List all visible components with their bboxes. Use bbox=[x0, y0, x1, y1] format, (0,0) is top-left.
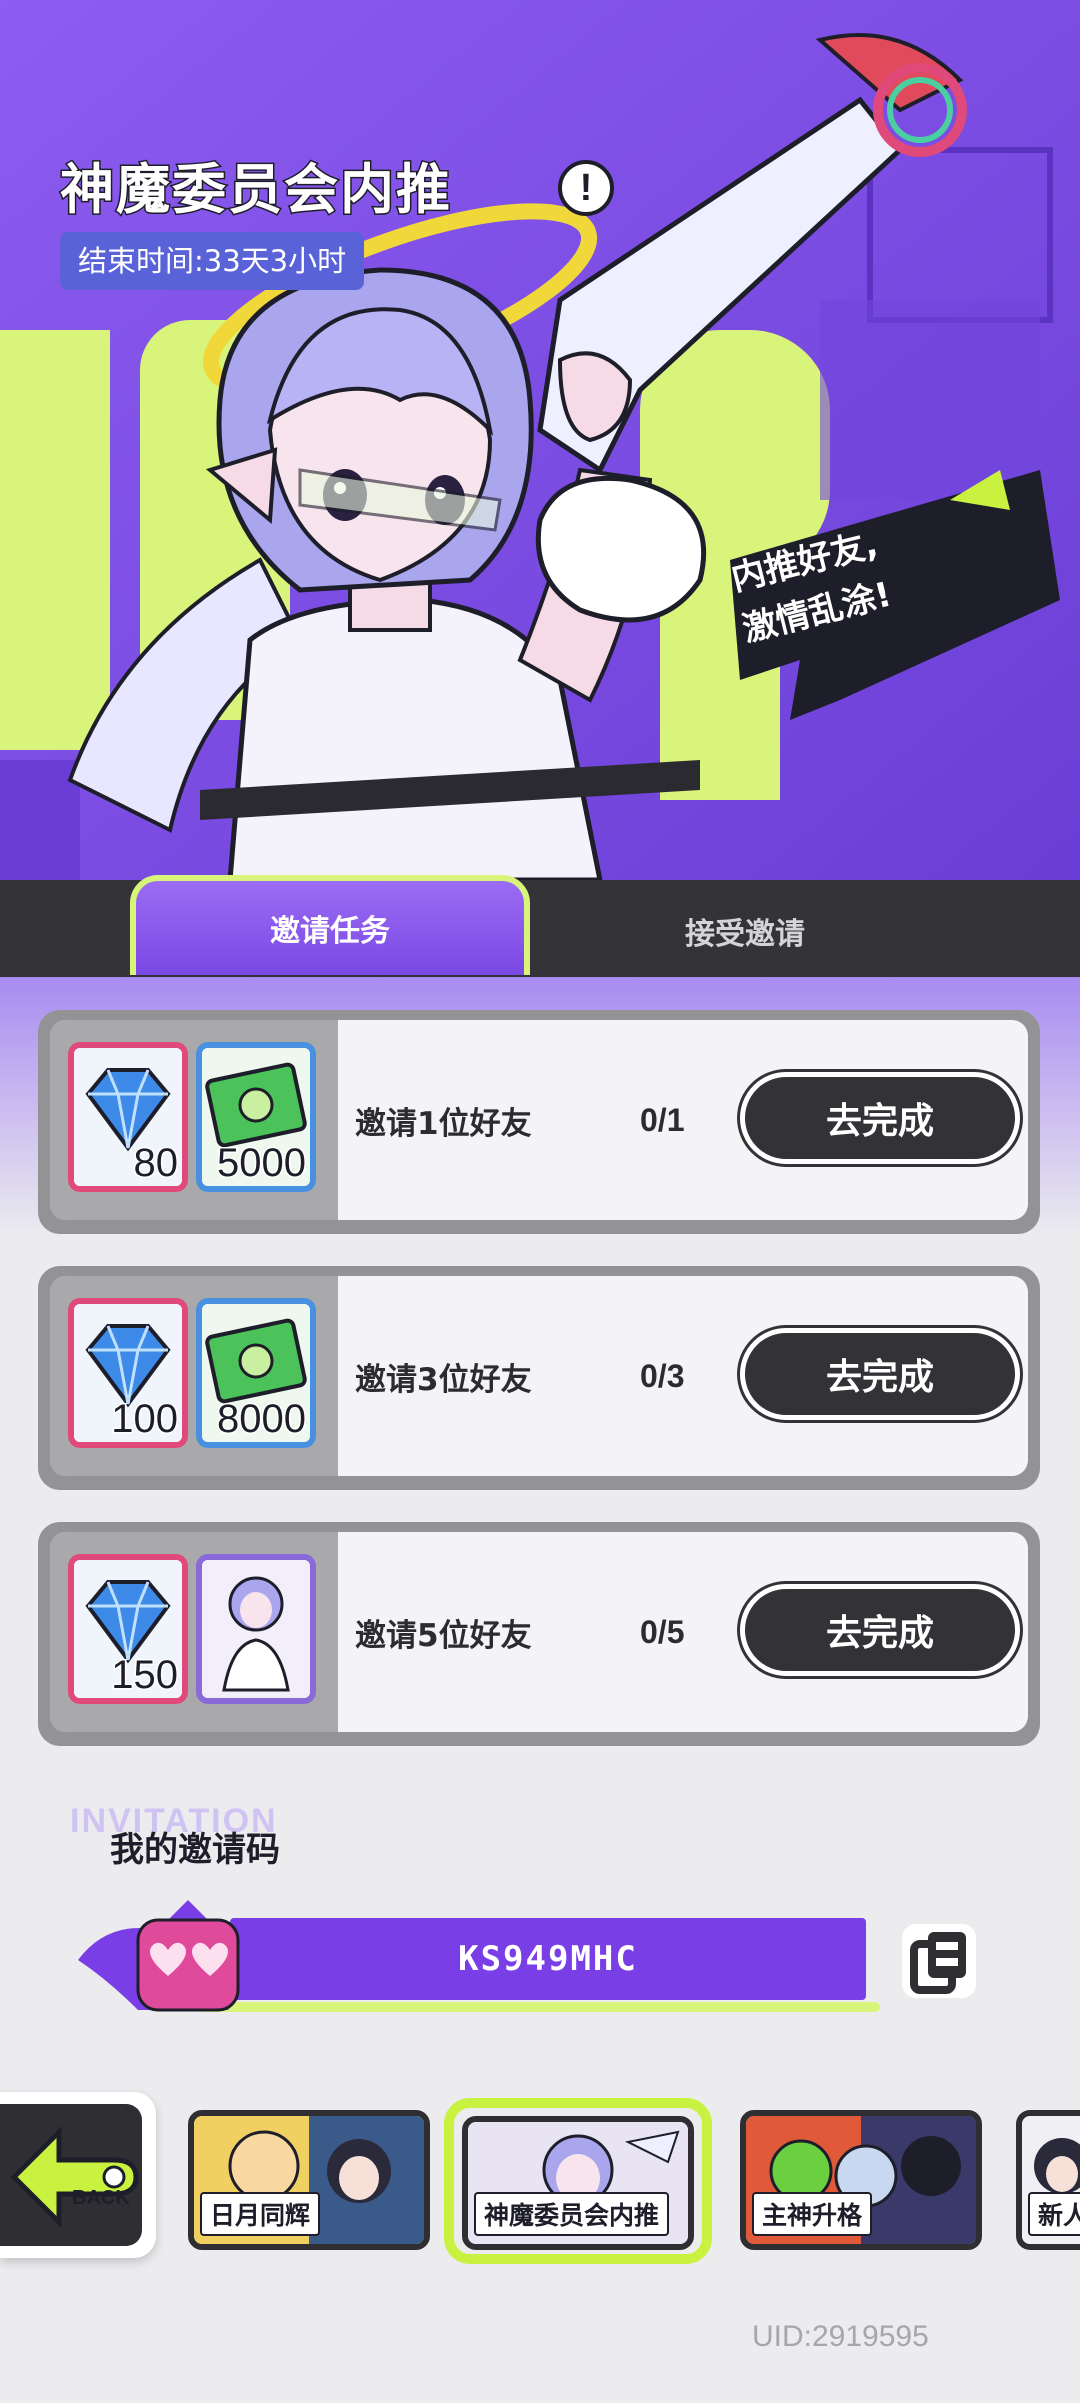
reward-character-card bbox=[196, 1554, 316, 1704]
user-id: UID:2919595 bbox=[752, 2320, 929, 2353]
reward-amount: 5000 bbox=[216, 1140, 308, 1187]
reward-amount: 80 bbox=[132, 1140, 179, 1187]
task-progress: 0/1 bbox=[640, 1101, 685, 1138]
back-button[interactable]: BACK bbox=[0, 2092, 156, 2258]
end-time-badge: 结束时间:33天3小时 bbox=[60, 232, 365, 290]
task-label: 邀请1位好友 bbox=[355, 1105, 532, 1142]
invite-code: KS949MHC bbox=[458, 1939, 638, 1979]
task-label: 邀请3位好友 bbox=[355, 1361, 532, 1398]
copy-icon[interactable] bbox=[900, 1922, 978, 2000]
event-thumb-label: 主神升格 bbox=[752, 2192, 873, 2236]
reward-diamond: 100 bbox=[68, 1298, 188, 1448]
banner-artwork bbox=[0, 0, 1080, 890]
task-card-body: 100 8000 邀请3位好友 0/3 去完成 bbox=[50, 1276, 1028, 1476]
hearts-badge-icon bbox=[78, 1900, 288, 2012]
event-banner: 神魔委员会内推 ! 结束时间:33天3小时 内推好友, 激情乱涂! bbox=[0, 0, 1080, 890]
tab-accept-invite[interactable]: 接受邀请 bbox=[550, 885, 940, 977]
exclamation-icon[interactable]: ! bbox=[558, 160, 614, 216]
task-card: 80 5000 邀请1位好友 0/1 去完成 bbox=[38, 1010, 1040, 1234]
tab-invite-tasks[interactable]: 邀请任务 bbox=[130, 875, 530, 975]
event-thumb-sun-moon[interactable]: 日月同辉 bbox=[188, 2110, 430, 2250]
event-thumb-newbie[interactable]: 新人 bbox=[1016, 2110, 1080, 2250]
back-arrow-icon bbox=[10, 2125, 139, 2229]
go-complete-button[interactable]: 去完成 bbox=[740, 1584, 1020, 1676]
event-thumb-label: 日月同辉 bbox=[200, 2192, 321, 2236]
task-card-body: 150 邀请5位好友 0/5 去完成 bbox=[50, 1532, 1028, 1732]
event-thumb-label: 神魔委员会内推 bbox=[474, 2192, 670, 2236]
reward-diamond: 80 bbox=[68, 1042, 188, 1192]
task-card: 150 邀请5位好友 0/5 去完成 bbox=[38, 1522, 1040, 1746]
event-thumb-commission[interactable]: 神魔委员会内推 bbox=[462, 2116, 694, 2250]
back-label: BACK bbox=[72, 2187, 130, 2209]
task-label: 邀请5位好友 bbox=[355, 1617, 532, 1654]
invite-code-title: 我的邀请码 bbox=[110, 1830, 280, 1870]
event-title: 神魔委员会内推 bbox=[59, 157, 452, 223]
event-thumb-label: 新人 bbox=[1028, 2192, 1080, 2236]
invite-code-bar: KS949MHC bbox=[230, 1918, 866, 2000]
go-complete-button[interactable]: 去完成 bbox=[740, 1072, 1020, 1164]
character-card-icon bbox=[202, 1560, 310, 1698]
reward-cash: 8000 bbox=[196, 1298, 316, 1448]
event-thumb-ascension[interactable]: 主神升格 bbox=[740, 2110, 982, 2250]
task-progress: 0/5 bbox=[640, 1613, 685, 1650]
task-progress: 0/3 bbox=[640, 1357, 685, 1394]
reward-diamond: 150 bbox=[68, 1554, 188, 1704]
go-complete-button[interactable]: 去完成 bbox=[740, 1328, 1020, 1420]
reward-amount: 100 bbox=[110, 1396, 180, 1443]
reward-amount: 8000 bbox=[216, 1396, 308, 1443]
reward-amount: 150 bbox=[110, 1652, 180, 1699]
task-card-body: 80 5000 邀请1位好友 0/1 去完成 bbox=[50, 1020, 1028, 1220]
task-card: 100 8000 邀请3位好友 0/3 去完成 bbox=[38, 1266, 1040, 1490]
tab-bar: 邀请任务 接受邀请 bbox=[0, 875, 1080, 977]
reward-cash: 5000 bbox=[196, 1042, 316, 1192]
code-underline-decor bbox=[200, 2002, 880, 2012]
